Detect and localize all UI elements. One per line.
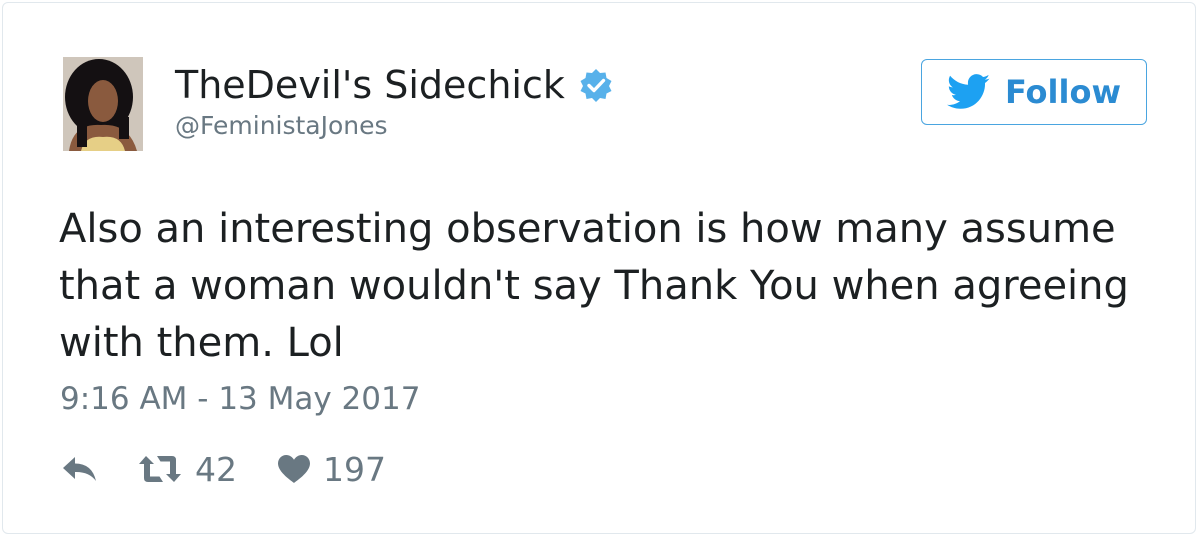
- tweet-card: TheDevil's Sidechick @FeministaJones Fol…: [2, 2, 1196, 534]
- avatar-image: [63, 57, 143, 151]
- tweet-timestamp[interactable]: 9:16 AM - 13 May 2017: [60, 381, 420, 417]
- twitter-bird-icon: [947, 74, 990, 109]
- avatar[interactable]: [63, 57, 143, 151]
- tweet-actions: 42 197: [61, 448, 386, 490]
- reply-button[interactable]: [61, 455, 99, 483]
- verified-badge-icon: [580, 69, 612, 102]
- display-name-row: TheDevil's Sidechick: [175, 59, 613, 111]
- like-count: 197: [323, 449, 386, 489]
- follow-button-label: Follow: [1004, 73, 1122, 111]
- retweet-count: 42: [195, 449, 237, 489]
- like-button[interactable]: 197: [277, 450, 386, 489]
- follow-button[interactable]: Follow: [921, 59, 1147, 125]
- heart-icon: [278, 455, 310, 483]
- user-handle[interactable]: @FeministaJones: [175, 111, 388, 140]
- retweet-icon: [139, 456, 181, 482]
- reply-icon: [63, 457, 96, 481]
- display-name[interactable]: TheDevil's Sidechick: [175, 66, 565, 104]
- retweet-button[interactable]: 42: [137, 450, 237, 489]
- tweet-text: Also an interesting observation is how m…: [59, 206, 1129, 366]
